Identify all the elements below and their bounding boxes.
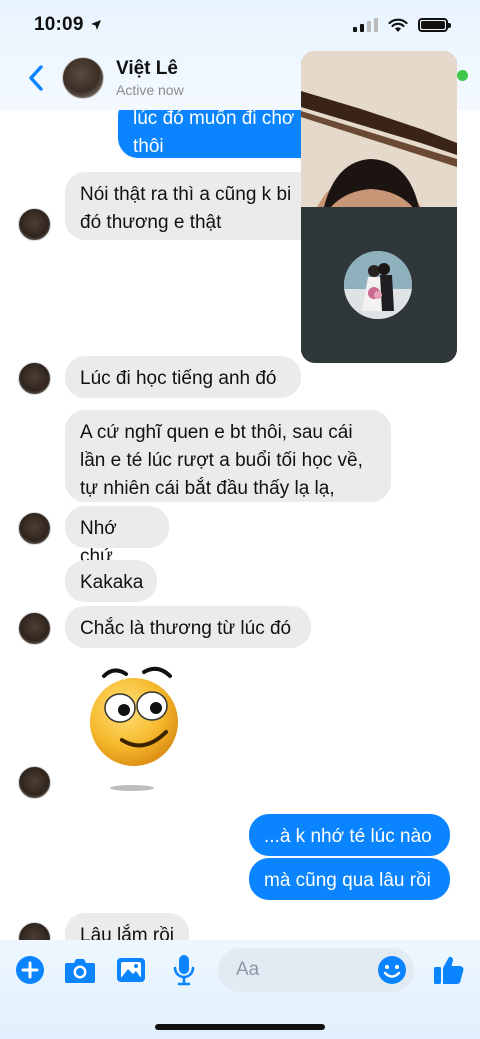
smiley-icon[interactable] <box>376 954 408 986</box>
more-actions-button[interactable] <box>14 954 46 986</box>
like-button[interactable] <box>433 954 465 986</box>
contact-avatar[interactable] <box>62 57 104 99</box>
battery-icon <box>418 18 451 32</box>
clock: 10:09 <box>34 14 84 35</box>
microphone-icon <box>173 955 195 986</box>
message-input-container[interactable] <box>218 948 414 992</box>
gallery-button[interactable] <box>115 954 147 986</box>
self-camera-view <box>301 51 457 207</box>
composer-bar <box>0 940 480 1039</box>
contact-avatar <box>18 512 51 545</box>
contact-name: Việt Lê <box>116 58 178 79</box>
cellular-signal-icon <box>353 18 378 32</box>
online-indicator <box>457 70 468 81</box>
message-bubble-incoming[interactable]: Chắc là thương từ lúc đó <box>65 606 311 648</box>
back-button[interactable] <box>16 58 56 98</box>
contact-avatar <box>18 362 51 395</box>
message-bubble-incoming[interactable]: A cứ nghĩ quen e bt thôi, sau cái lần e … <box>65 410 391 502</box>
message-bubble-outgoing[interactable]: ...à k nhớ té lúc nào <box>249 814 450 856</box>
wifi-icon <box>388 18 408 32</box>
status-bar: 10:09 <box>0 0 480 50</box>
message-bubble-outgoing[interactable]: mà cũng qua lâu rồi <box>249 858 450 900</box>
home-indicator <box>155 1024 325 1030</box>
image-icon <box>117 958 145 982</box>
contact-avatar <box>18 766 51 799</box>
contact-status: Active now <box>116 82 184 98</box>
callee-avatar <box>344 251 412 319</box>
message-bubble-incoming[interactable]: Nhớ chứ <box>65 506 169 567</box>
video-call-pip[interactable] <box>301 51 457 363</box>
plus-icon <box>16 956 44 984</box>
contact-info[interactable]: Việt Lê Active now <box>116 58 184 98</box>
voice-message-button[interactable] <box>168 954 200 986</box>
thumbs-up-icon <box>434 956 464 985</box>
camera-icon <box>65 959 95 983</box>
status-icons <box>353 18 451 33</box>
callee-view <box>301 207 457 363</box>
message-bubble-incoming[interactable]: Lâu lắm rồi <box>65 913 189 940</box>
chevron-left-icon <box>29 65 43 91</box>
message-bubble-incoming[interactable]: Lúc đi học tiếng anh đó <box>65 356 301 398</box>
camera-button[interactable] <box>64 954 96 986</box>
message-bubble-incoming[interactable]: Kakaka <box>65 560 157 602</box>
location-arrow-icon <box>90 20 101 30</box>
contact-avatar <box>18 208 51 241</box>
camera-feed <box>301 51 457 207</box>
contact-avatar <box>18 612 51 645</box>
message-input[interactable] <box>236 959 366 981</box>
status-time: 10:09 <box>34 14 102 36</box>
contact-avatar <box>18 922 51 940</box>
smiley-sticker[interactable] <box>86 662 186 802</box>
couple-photo <box>344 251 412 319</box>
